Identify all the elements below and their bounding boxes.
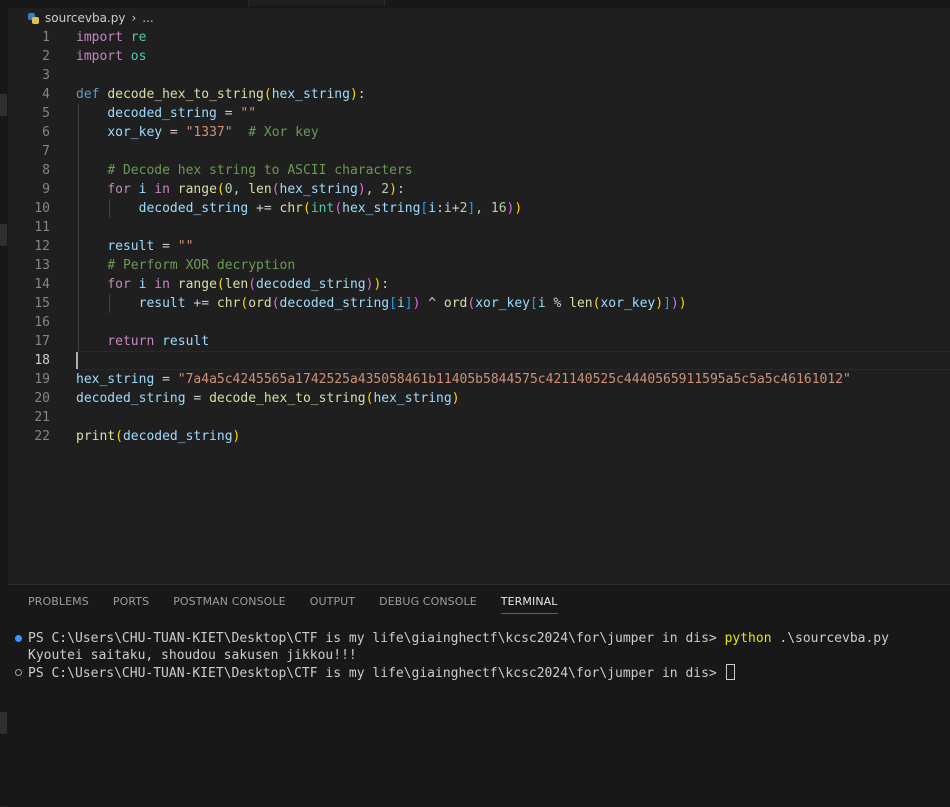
- code-text: decoded_string = decode_hex_to_string(he…: [76, 391, 460, 406]
- code-line: 3: [8, 66, 950, 85]
- code-editor[interactable]: 1 import re 2 import os 3 4 def decode_h…: [8, 28, 950, 584]
- line-number: 21: [34, 410, 50, 425]
- line-number: 15: [34, 296, 50, 311]
- code-line: 7: [8, 142, 950, 161]
- code-line: 19 hex_string = "7a4a5c4245565a1742525a4…: [8, 370, 950, 389]
- activity-marker: [0, 712, 7, 734]
- line-number: 17: [34, 334, 50, 349]
- line-number: 10: [34, 201, 50, 216]
- code-line: 8 # Decode hex string to ASCII character…: [8, 161, 950, 180]
- line-number: 6: [42, 125, 50, 140]
- code-text: for i in range(0, len(hex_string), 2):: [107, 182, 405, 197]
- code-text: xor_key = "1337" # Xor key: [107, 125, 319, 140]
- code-text: import os: [76, 49, 147, 64]
- code-line: 17 return result: [8, 332, 950, 351]
- tab-debug-console[interactable]: DEBUG CONSOLE: [379, 595, 477, 614]
- code-text: print(decoded_string): [76, 429, 241, 444]
- code-line: 21: [8, 408, 950, 427]
- line-number: 5: [42, 106, 50, 121]
- code-line: 1 import re: [8, 28, 950, 47]
- code-line: 22 print(decoded_string): [8, 427, 950, 446]
- code-line: 14 for i in range(len(decoded_string)):: [8, 275, 950, 294]
- breadcrumb-file[interactable]: sourcevba.py: [45, 11, 125, 25]
- code-text: result += chr(ord(decoded_string[i]) ^ o…: [138, 296, 687, 311]
- code-text: return result: [107, 334, 210, 349]
- code-text: def decode_hex_to_string(hex_string):: [76, 87, 366, 102]
- tab-bar: [8, 0, 950, 8]
- code-line: 4 def decode_hex_to_string(hex_string):: [8, 85, 950, 104]
- breadcrumb-ellipsis[interactable]: ...: [142, 11, 153, 25]
- line-number-active: 18: [34, 353, 50, 368]
- line-number: 12: [34, 239, 50, 254]
- breadcrumb: sourcevba.py › ...: [28, 9, 154, 27]
- command-idle-icon[interactable]: [15, 669, 22, 676]
- code-text: hex_string = "7a4a5c4245565a1742525a4350…: [76, 372, 851, 387]
- line-number: 7: [42, 144, 50, 159]
- terminal-line: PS C:\Users\CHU-TUAN-KIET\Desktop\CTF is…: [28, 664, 735, 682]
- line-number: 3: [42, 68, 50, 83]
- code-line: 15 result += chr(ord(decoded_string[i]) …: [8, 294, 950, 313]
- line-number: 8: [42, 163, 50, 178]
- line-number: 2: [42, 49, 50, 64]
- code-text: result = "": [107, 239, 194, 254]
- code-line: 18: [8, 351, 950, 370]
- terminal-prompt: PS C:\Users\CHU-TUAN-KIET\Desktop\CTF is…: [28, 666, 717, 681]
- line-number: 1: [42, 30, 50, 45]
- code-line: 12 result = "": [8, 237, 950, 256]
- code-line: 20 decoded_string = decode_hex_to_string…: [8, 389, 950, 408]
- tab-problems[interactable]: PROBLEMS: [28, 595, 89, 614]
- code-text: decoded_string += chr(int(hex_string[i:i…: [138, 201, 523, 216]
- panel-tabs: PROBLEMS PORTS POSTMAN CONSOLE OUTPUT DE…: [28, 595, 558, 614]
- code-text: for i in range(len(decoded_string)):: [107, 277, 390, 292]
- code-line: 6 xor_key = "1337" # Xor key: [8, 123, 950, 142]
- line-number: 16: [34, 315, 50, 330]
- terminal-output: Kyoutei saitaku, shoudou sakusen jikkou!…: [28, 648, 357, 663]
- editor-tab[interactable]: [248, 0, 385, 6]
- activity-bar-strip: [0, 0, 8, 806]
- bottom-panel: PROBLEMS PORTS POSTMAN CONSOLE OUTPUT DE…: [8, 584, 950, 807]
- line-number: 20: [34, 391, 50, 406]
- code-line: 16: [8, 313, 950, 332]
- line-number: 19: [34, 372, 50, 387]
- terminal-cursor: [725, 664, 735, 680]
- line-number: 4: [42, 87, 50, 102]
- code-line: 9 for i in range(0, len(hex_string), 2):: [8, 180, 950, 199]
- code-text: decoded_string = "": [107, 106, 257, 121]
- code-line: 2 import os: [8, 47, 950, 66]
- code-text: import re: [76, 30, 147, 45]
- line-number: 14: [34, 277, 50, 292]
- python-file-icon: [28, 12, 39, 24]
- tab-output[interactable]: OUTPUT: [310, 595, 355, 614]
- terminal-command-arg: .\sourcevba.py: [779, 631, 889, 646]
- tab-terminal[interactable]: TERMINAL: [500, 595, 558, 614]
- code-text: # Decode hex string to ASCII characters: [107, 163, 413, 178]
- terminal-line: PS C:\Users\CHU-TUAN-KIET\Desktop\CTF is…: [28, 630, 889, 647]
- line-number: 11: [34, 220, 50, 235]
- line-number: 22: [34, 429, 50, 444]
- code-line: 13 # Perform XOR decryption: [8, 256, 950, 275]
- activity-marker: [0, 224, 7, 246]
- command-success-icon[interactable]: [15, 635, 22, 642]
- code-text: # Perform XOR decryption: [107, 258, 296, 273]
- line-number: 13: [34, 258, 50, 273]
- code-line: 5 decoded_string = "": [8, 104, 950, 123]
- tab-postman-console[interactable]: POSTMAN CONSOLE: [173, 595, 286, 614]
- activity-marker: [0, 94, 7, 116]
- line-number: 9: [42, 182, 50, 197]
- terminal-command: python: [724, 631, 772, 646]
- code-line: 10 decoded_string += chr(int(hex_string[…: [8, 199, 950, 218]
- code-line: 11: [8, 218, 950, 237]
- breadcrumb-separator: ›: [131, 11, 137, 25]
- terminal-prompt: PS C:\Users\CHU-TUAN-KIET\Desktop\CTF is…: [28, 631, 717, 646]
- tab-ports[interactable]: PORTS: [113, 595, 149, 614]
